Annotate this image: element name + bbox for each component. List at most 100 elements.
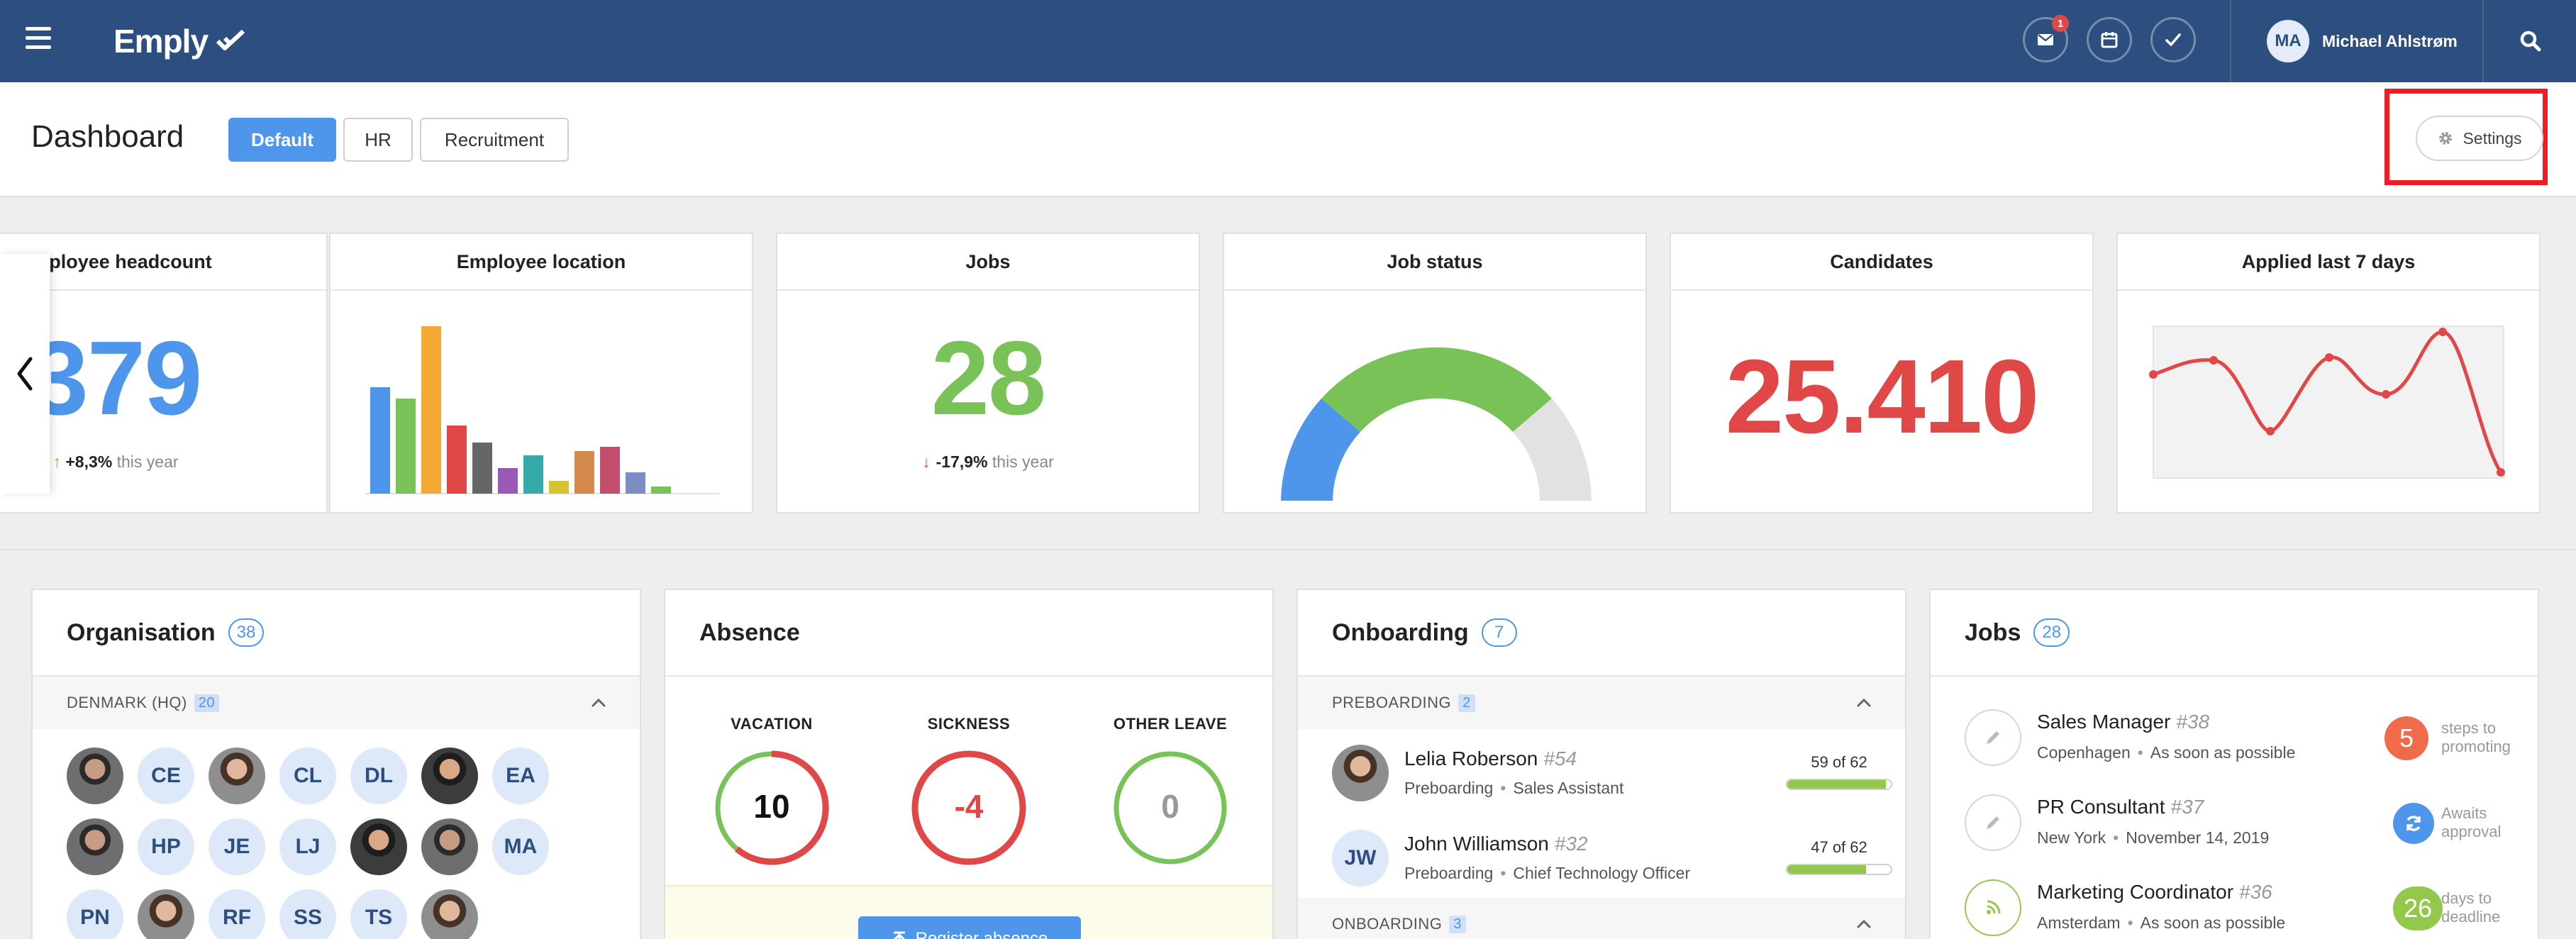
pencil-icon[interactable]: [1965, 709, 2021, 766]
member-avatar[interactable]: [138, 889, 194, 939]
member-avatar[interactable]: HP: [138, 818, 194, 875]
menu-icon[interactable]: [24, 27, 52, 55]
member-avatar[interactable]: DL: [350, 748, 407, 804]
chart-plot-area: [2153, 326, 2504, 479]
applied-point: [2382, 390, 2390, 399]
tab-default[interactable]: Default: [228, 118, 336, 162]
group-label: DENMARK (HQ): [67, 694, 187, 711]
calendar-icon: [2101, 32, 2118, 48]
job-when: November 14, 2019: [2126, 828, 2270, 847]
progress-label: 47 of 62: [1811, 838, 1867, 856]
emply-logo-icon: [216, 29, 245, 50]
member-avatar[interactable]: [421, 748, 478, 804]
absence-sickness[interactable]: SICKNESS -4: [884, 715, 1054, 867]
onboarding-row[interactable]: Lelia Roberson #54 Preboarding • Sales Assi…: [1332, 729, 1892, 813]
kpi-card-jobs[interactable]: Jobs 28 ↓ -17,9% this year: [776, 233, 1200, 513]
kpi-card-employee-location[interactable]: Employee location: [329, 233, 753, 513]
calendar-button[interactable]: [2087, 17, 2132, 62]
member-avatar[interactable]: MA: [492, 818, 549, 875]
kpi-trend-value: +8,3%: [65, 452, 113, 471]
count-badge: 38: [228, 618, 265, 647]
job-status-text: steps to promoting: [2441, 719, 2511, 755]
job-status-text: Awaits approval: [2441, 804, 2502, 840]
absence-value: 10: [753, 788, 790, 825]
job-location: New York: [2037, 828, 2106, 847]
kpi-card-applied-last-7-days[interactable]: Applied last 7 days: [2116, 233, 2541, 513]
refresh-icon: [2393, 803, 2434, 844]
job-row[interactable]: Sales Manager #38 Copenhagen • As soon as p…: [1965, 694, 2518, 779]
onboarding-panel: Onboarding 7 PREBOARDING 2 Lelia Roberso…: [1297, 589, 1906, 939]
tasks-button[interactable]: [2150, 17, 2196, 62]
member-avatar[interactable]: [421, 818, 478, 875]
location-bar: [523, 455, 543, 494]
chevron-up-icon[interactable]: [1855, 695, 1872, 709]
group-count: 20: [194, 694, 220, 712]
preboarding-group-header[interactable]: PREBOARDING 2: [1298, 677, 1905, 729]
user-menu[interactable]: MA Michael Ahlstrøm: [2267, 19, 2458, 63]
app-logo[interactable]: Emply: [113, 20, 246, 62]
applied-point: [2266, 427, 2275, 435]
location-bar-chart: [366, 326, 719, 494]
kpi-card-candidates[interactable]: Candidates 25.410: [1670, 233, 2094, 513]
member-avatar[interactable]: SS: [279, 889, 336, 939]
checkmark-icon: [2165, 33, 2181, 46]
user-avatar: MA: [2267, 20, 2309, 62]
member-avatar[interactable]: LJ: [279, 818, 336, 875]
register-absence-button[interactable]: Register absence: [858, 916, 1081, 939]
user-name: Michael Ahlstrøm: [2322, 31, 2458, 50]
absence-other-leave[interactable]: OTHER LEAVE 0: [1085, 715, 1255, 867]
member-avatar[interactable]: RF: [209, 889, 265, 939]
settings-button[interactable]: Settings: [2416, 116, 2543, 161]
job-title: Marketing Coordinator #36: [2037, 881, 2272, 904]
member-avatar[interactable]: CL: [279, 748, 336, 804]
absence-label: SICKNESS: [927, 715, 1011, 733]
messages-button[interactable]: 1: [2023, 15, 2069, 62]
kpi-trend-value: -17,9%: [936, 452, 988, 471]
tab-hr[interactable]: HR: [343, 118, 413, 162]
member-avatar[interactable]: [67, 748, 123, 804]
rss-icon[interactable]: [1965, 879, 2021, 936]
org-group-header[interactable]: DENMARK (HQ) 20: [33, 677, 640, 729]
kpi-card-job-status[interactable]: Job status: [1223, 233, 1647, 513]
person-avatar: JW: [1332, 830, 1389, 887]
member-avatar[interactable]: EA: [492, 748, 549, 804]
onboarding-group-header[interactable]: ONBOARDING 3: [1298, 898, 1905, 939]
chevron-up-icon[interactable]: [590, 695, 607, 709]
location-bar: [472, 443, 492, 494]
member-avatar[interactable]: JE: [209, 818, 265, 875]
applied-point: [2325, 353, 2333, 362]
member-avatar[interactable]: [67, 818, 123, 875]
member-avatar[interactable]: TS: [350, 889, 407, 939]
job-row[interactable]: PR Consultant #37 New York • November 14, 2…: [1965, 779, 2518, 864]
search-button[interactable]: [2516, 27, 2545, 55]
member-avatar[interactable]: [350, 818, 407, 875]
applied-point: [2149, 370, 2158, 379]
group-count: 2: [1458, 694, 1475, 712]
kpi-title: Employee location: [331, 234, 752, 291]
carousel-previous-button[interactable]: [0, 254, 50, 494]
job-row[interactable]: Marketing Coordinator #36 Amsterdam • As so…: [1965, 864, 2518, 939]
person-id: #54: [1543, 748, 1577, 769]
panel-title: Organisation: [67, 618, 216, 646]
progress-fill: [1787, 865, 1866, 874]
pencil-icon[interactable]: [1965, 794, 2021, 851]
kpi-title: Applied last 7 days: [2118, 234, 2539, 291]
member-avatar[interactable]: [209, 748, 265, 804]
person-name-text: Lelia Roberson: [1404, 748, 1538, 769]
person-name: Lelia Roberson #54: [1404, 748, 1577, 770]
job-status-gauge: [1267, 347, 1607, 512]
chevron-up-icon[interactable]: [1855, 916, 1872, 930]
gauge-mask: [1267, 501, 1607, 512]
onboarding-row[interactable]: JW John Williamson #32 Preboarding • Chief …: [1332, 814, 1892, 898]
job-title-text: PR Consultant: [2037, 796, 2165, 818]
job-id: #36: [2239, 881, 2272, 903]
member-avatar[interactable]: PN: [67, 889, 123, 939]
location-bar: [447, 426, 467, 494]
applied-point: [2497, 468, 2505, 477]
group-label: PREBOARDING: [1332, 694, 1452, 711]
member-avatar[interactable]: CE: [138, 748, 194, 804]
tab-recruitment[interactable]: Recruitment: [420, 118, 569, 162]
absence-vacation[interactable]: VACATION 10: [687, 715, 857, 867]
divider: [2230, 0, 2231, 82]
member-avatar[interactable]: [421, 889, 478, 939]
